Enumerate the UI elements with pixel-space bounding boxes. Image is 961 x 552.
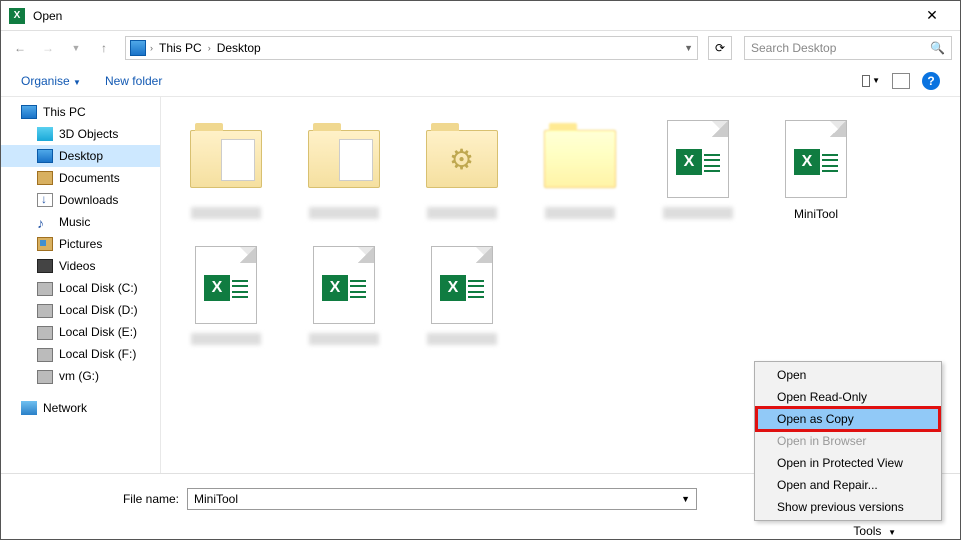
search-input[interactable]: Search Desktop 🔍 <box>744 36 952 60</box>
pc-icon <box>130 40 146 56</box>
breadcrumb[interactable]: Desktop <box>215 41 263 55</box>
excel-file-icon: X <box>785 120 847 198</box>
context-menu-item: Open in Browser <box>757 430 939 452</box>
search-icon: 🔍 <box>930 41 945 55</box>
toolbar: Organise ▼ New folder ▼ ? <box>1 65 960 97</box>
music-icon <box>37 215 53 229</box>
tree-disk-vm[interactable]: vm (G:) <box>1 365 160 387</box>
file-label <box>191 333 261 345</box>
folder-icon <box>190 130 262 188</box>
context-menu-item[interactable]: Open <box>757 364 939 386</box>
window-title: Open <box>33 9 912 23</box>
file-label <box>427 207 497 219</box>
pc-icon <box>21 105 37 119</box>
chevron-down-icon: ▼ <box>888 528 896 537</box>
forward-button[interactable]: → <box>37 37 59 59</box>
excel-file-icon: X <box>667 120 729 198</box>
filename-input[interactable]: MiniTool ▼ <box>187 488 697 510</box>
preview-pane-button[interactable] <box>892 73 910 89</box>
file-item[interactable] <box>521 109 639 235</box>
3d-objects-icon <box>37 127 53 141</box>
up-button[interactable]: ↑ <box>93 37 115 59</box>
file-label <box>545 207 615 219</box>
help-button[interactable]: ? <box>922 72 940 90</box>
address-bar[interactable]: › This PC › Desktop ▼ <box>125 36 698 60</box>
tree-pictures[interactable]: Pictures <box>1 233 160 255</box>
network-icon <box>21 401 37 415</box>
file-item[interactable]: X <box>285 235 403 361</box>
refresh-button[interactable]: ⟳ <box>708 36 732 60</box>
file-item[interactable]: X <box>639 109 757 235</box>
tree-disk-d[interactable]: Local Disk (D:) <box>1 299 160 321</box>
disk-icon <box>37 370 53 384</box>
excel-app-icon: X <box>9 8 25 24</box>
excel-file-icon: X <box>313 246 375 324</box>
context-menu-item[interactable]: Open as Copy <box>757 408 939 430</box>
tree-downloads[interactable]: Downloads <box>1 189 160 211</box>
file-item[interactable]: X MiniTool <box>757 109 875 235</box>
file-label <box>309 207 379 219</box>
organise-menu[interactable]: Organise ▼ <box>21 74 81 88</box>
disk-icon <box>37 282 53 296</box>
titlebar: X Open ✕ <box>1 1 960 31</box>
back-button[interactable]: ← <box>9 37 31 59</box>
context-menu-item[interactable]: Show previous versions <box>757 496 939 518</box>
file-label <box>427 333 497 345</box>
downloads-icon <box>37 193 53 207</box>
excel-file-icon: X <box>195 246 257 324</box>
file-item[interactable]: X <box>167 235 285 361</box>
file-label: MiniTool <box>794 207 838 221</box>
desktop-icon <box>37 149 53 163</box>
nav-tree: This PC 3D Objects Desktop Documents Dow… <box>1 97 161 473</box>
tree-desktop[interactable]: Desktop <box>1 145 160 167</box>
tree-music[interactable]: Music <box>1 211 160 233</box>
folder-icon <box>544 130 616 188</box>
filename-value: MiniTool <box>194 492 681 506</box>
recent-dropdown-icon[interactable]: ▼ <box>65 37 87 59</box>
videos-icon <box>37 259 53 273</box>
file-label <box>663 207 733 219</box>
folder-icon <box>426 130 498 188</box>
file-item[interactable] <box>167 109 285 235</box>
excel-file-icon: X <box>431 246 493 324</box>
disk-icon <box>37 326 53 340</box>
tree-disk-f[interactable]: Local Disk (F:) <box>1 343 160 365</box>
file-item[interactable] <box>285 109 403 235</box>
tree-network[interactable]: Network <box>1 397 160 419</box>
tree-videos[interactable]: Videos <box>1 255 160 277</box>
breadcrumb[interactable]: This PC <box>157 41 204 55</box>
chevron-down-icon[interactable]: ▼ <box>681 494 690 504</box>
file-item[interactable]: X <box>403 235 521 361</box>
chevron-right-icon: › <box>208 43 211 53</box>
tree-disk-c[interactable]: Local Disk (C:) <box>1 277 160 299</box>
view-button[interactable]: ▼ <box>862 73 880 89</box>
documents-icon <box>37 171 53 185</box>
search-placeholder: Search Desktop <box>751 41 930 55</box>
disk-icon <box>37 348 53 362</box>
tree-disk-e[interactable]: Local Disk (E:) <box>1 321 160 343</box>
filename-label: File name: <box>19 492 187 506</box>
chevron-down-icon: ▼ <box>73 78 81 87</box>
file-label <box>309 333 379 345</box>
file-label <box>191 207 261 219</box>
chevron-right-icon: › <box>150 43 153 53</box>
tree-this-pc[interactable]: This PC <box>1 101 160 123</box>
context-menu-item[interactable]: Open and Repair... <box>757 474 939 496</box>
pictures-icon <box>37 237 53 251</box>
context-menu-item[interactable]: Open in Protected View <box>757 452 939 474</box>
open-button-context-menu: OpenOpen Read-OnlyOpen as CopyOpen in Br… <box>754 361 942 521</box>
tree-3d-objects[interactable]: 3D Objects <box>1 123 160 145</box>
close-button[interactable]: ✕ <box>912 7 952 24</box>
tree-documents[interactable]: Documents <box>1 167 160 189</box>
file-item[interactable] <box>403 109 521 235</box>
context-menu-item[interactable]: Open Read-Only <box>757 386 939 408</box>
tools-menu[interactable]: Tools ▼ <box>847 522 902 540</box>
new-folder-button[interactable]: New folder <box>105 74 162 88</box>
folder-icon <box>308 130 380 188</box>
disk-icon <box>37 304 53 318</box>
nav-bar: ← → ▼ ↑ › This PC › Desktop ▼ ⟳ Search D… <box>1 31 960 65</box>
address-dropdown-icon[interactable]: ▼ <box>684 43 693 53</box>
